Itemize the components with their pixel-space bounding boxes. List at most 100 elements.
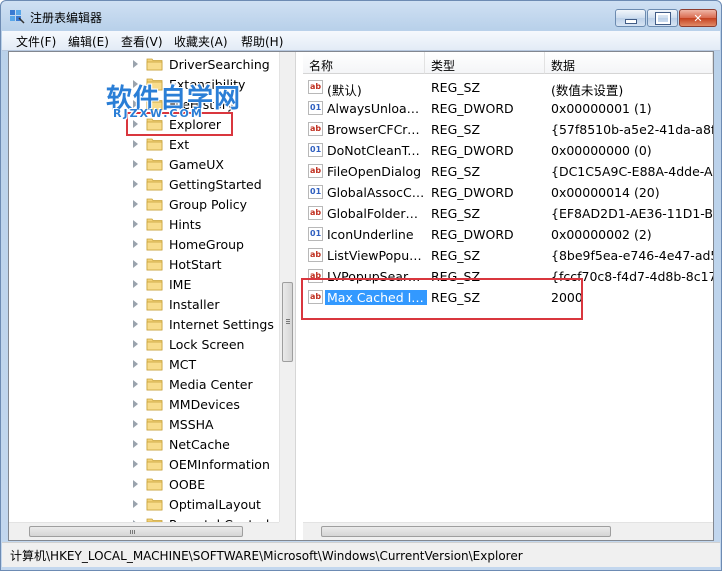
tree-item[interactable]: Hints (9, 214, 279, 234)
expand-arrow-icon[interactable] (133, 500, 138, 508)
tree-item[interactable]: HomeGroup (9, 234, 279, 254)
menu-edit[interactable]: 编辑(E) (68, 33, 109, 50)
string-value-icon: ab (308, 122, 323, 136)
value-row[interactable]: ab (默认) REG_SZ (数值未设置) (303, 77, 713, 98)
tree-item[interactable]: GettingStarted (9, 174, 279, 194)
title-bar[interactable]: 注册表编辑器 ✕ (1, 1, 721, 31)
tree-item-label: MSSHA (169, 417, 214, 432)
expand-arrow-icon[interactable] (133, 440, 138, 448)
expand-arrow-icon[interactable] (133, 340, 138, 348)
tree-item[interactable]: MCT (9, 354, 279, 374)
menu-file[interactable]: 文件(F) (16, 33, 56, 50)
list-horizontal-scroll-thumb[interactable] (321, 526, 611, 537)
scroll-corner (279, 522, 295, 540)
tree-item-label: MMDevices (169, 397, 240, 412)
expand-arrow-icon[interactable] (133, 240, 138, 248)
status-path: 计算机\HKEY_LOCAL_MACHINE\SOFTWARE\Microsof… (10, 549, 523, 563)
tree-item[interactable]: MMDevices (9, 394, 279, 414)
minimize-icon (624, 18, 637, 24)
minimize-button[interactable] (615, 9, 646, 27)
maximize-button[interactable] (647, 9, 678, 27)
expand-arrow-icon[interactable] (133, 220, 138, 228)
tree-vertical-scrollbar[interactable] (279, 52, 295, 522)
value-name: FileOpenDialog (327, 164, 422, 179)
expand-arrow-icon[interactable] (133, 280, 138, 288)
folder-icon (146, 438, 163, 451)
list-horizontal-scrollbar[interactable] (303, 522, 713, 540)
tree-item[interactable]: MSSHA (9, 414, 279, 434)
tree-item-label: Installer (169, 297, 220, 312)
tree-item[interactable]: OOBE (9, 474, 279, 494)
value-row[interactable]: ab ListViewPopupControl REG_SZ {8be9f5ea-e7… (303, 245, 713, 266)
tree-item-label: NetCache (169, 437, 230, 452)
value-row[interactable]: ab FileOpenDialog REG_SZ {DC1C5A9C-E88A-4dd… (303, 161, 713, 182)
expand-arrow-icon[interactable] (133, 260, 138, 268)
expand-arrow-icon[interactable] (133, 380, 138, 388)
tree-item[interactable]: Lock Screen (9, 334, 279, 354)
binary-value-icon: 01 (308, 227, 323, 241)
value-row[interactable]: 01 DoNotCleanTaskbar REG_DWORD 0x00000000 (… (303, 140, 713, 161)
menu-view[interactable]: 查看(V) (121, 33, 163, 50)
expand-arrow-icon[interactable] (133, 420, 138, 428)
column-header-data[interactable]: 数据 (545, 52, 713, 74)
tree-item[interactable]: Parental Controls (9, 514, 279, 522)
string-value-icon: ab (308, 164, 323, 178)
tree-item[interactable]: NetCache (9, 434, 279, 454)
value-data: 0x00000002 (2) (551, 227, 652, 242)
watermark-url: RJZXW.COM (113, 107, 204, 120)
folder-icon (146, 458, 163, 471)
expand-arrow-icon[interactable] (133, 480, 138, 488)
folder-icon (146, 278, 163, 291)
tree-item[interactable]: HotStart (9, 254, 279, 274)
tree-item[interactable]: Group Policy (9, 194, 279, 214)
close-icon: ✕ (693, 11, 703, 25)
tree-item[interactable]: Ext (9, 134, 279, 154)
tree-item-label: Ext (169, 137, 190, 152)
value-data: {57f8510b-a5e2-41da-a8f0-8 (551, 122, 713, 137)
tree-vertical-scroll-thumb[interactable] (282, 282, 293, 362)
close-button[interactable]: ✕ (679, 9, 717, 27)
annotation-box-max-cached-icons (301, 278, 583, 320)
value-row[interactable]: ab GlobalFolderSettings REG_SZ {EF8AD2D1-AE… (303, 203, 713, 224)
tree-horizontal-scrollbar[interactable] (9, 522, 279, 540)
tree-item[interactable]: Internet Settings (9, 314, 279, 334)
value-row[interactable]: ab BrowserCFCreate REG_SZ {57f8510b-a5e2-41… (303, 119, 713, 140)
column-header-type[interactable]: 类型 (425, 52, 545, 74)
tree-item[interactable]: DriverSearching (9, 54, 279, 74)
tree-item-label: Internet Settings (169, 317, 274, 332)
expand-arrow-icon[interactable] (133, 360, 138, 368)
value-row[interactable]: 01 GlobalAssocChanged REG_DWORD 0x00000014 … (303, 182, 713, 203)
value-data: {DC1C5A9C-E88A-4dde-A5A (551, 164, 713, 179)
tree-item-label: IME (169, 277, 192, 292)
tree-item[interactable]: GameUX (9, 154, 279, 174)
expand-arrow-icon[interactable] (133, 200, 138, 208)
menu-help[interactable]: 帮助(H) (241, 33, 283, 50)
expand-arrow-icon[interactable] (133, 320, 138, 328)
expand-arrow-icon[interactable] (133, 300, 138, 308)
folder-icon (146, 478, 163, 491)
value-type: REG_SZ (431, 164, 481, 179)
tree-item[interactable]: OEMInformation (9, 454, 279, 474)
value-name: BrowserCFCreate (327, 122, 425, 137)
value-row[interactable]: 01 IconUnderline REG_DWORD 0x00000002 (2) (303, 224, 713, 245)
column-header-name[interactable]: 名称 (303, 52, 425, 74)
menu-bar: 文件(F) 编辑(E) 查看(V) 收藏夹(A) 帮助(H) (2, 31, 720, 51)
value-data: 0x00000000 (0) (551, 143, 652, 158)
expand-arrow-icon[interactable] (133, 60, 138, 68)
expand-arrow-icon[interactable] (133, 160, 138, 168)
tree-item[interactable]: Media Center (9, 374, 279, 394)
tree-item-label: OEMInformation (169, 457, 270, 472)
tree-item[interactable]: Installer (9, 294, 279, 314)
value-row[interactable]: 01 AlwaysUnloadDll REG_DWORD 0x00000001 (1) (303, 98, 713, 119)
expand-arrow-icon[interactable] (133, 180, 138, 188)
expand-arrow-icon[interactable] (133, 140, 138, 148)
tree-horizontal-scroll-thumb[interactable] (29, 526, 243, 537)
expand-arrow-icon[interactable] (133, 400, 138, 408)
expand-arrow-icon[interactable] (133, 460, 138, 468)
folder-icon (146, 418, 163, 431)
value-data: {8be9f5ea-e746-4e47-ad57- (551, 248, 713, 263)
tree-item[interactable]: IME (9, 274, 279, 294)
tree-item[interactable]: OptimalLayout (9, 494, 279, 514)
menu-favorites[interactable]: 收藏夹(A) (174, 33, 228, 50)
tree-item-label: Lock Screen (169, 337, 245, 352)
